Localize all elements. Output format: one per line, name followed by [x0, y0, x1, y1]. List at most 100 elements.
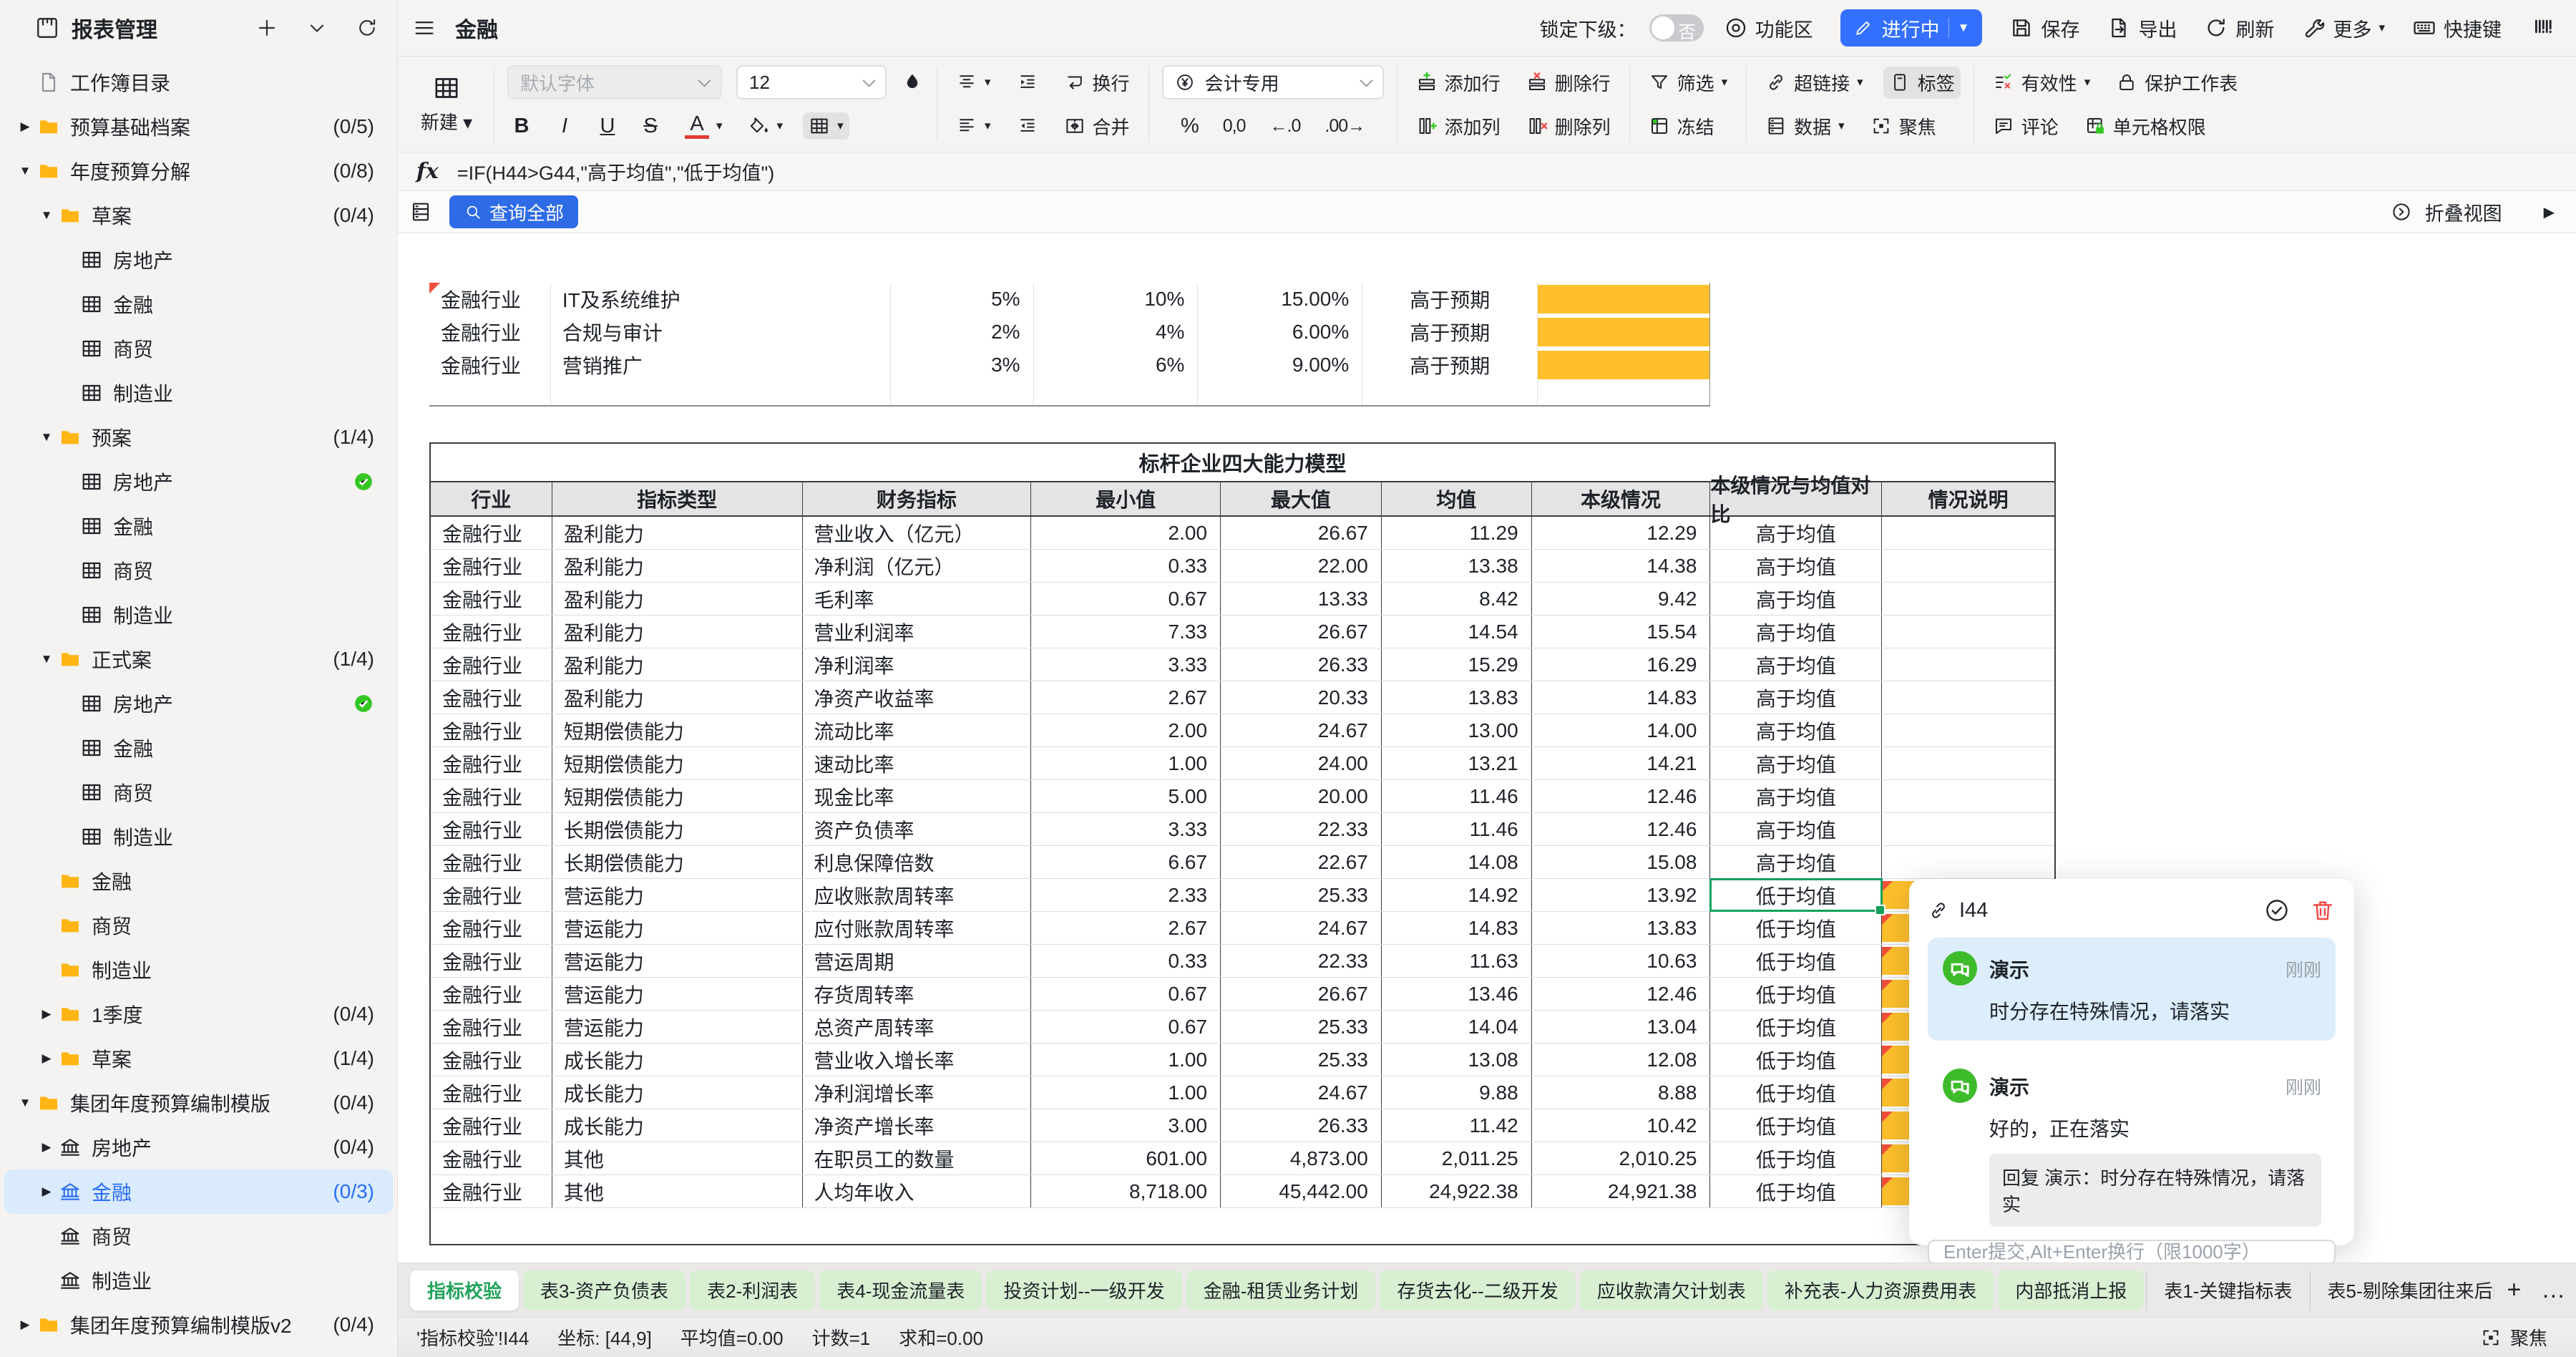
tree-caret-icon[interactable]: ▶ [34, 1051, 59, 1066]
format-painter-icon[interactable] [901, 71, 924, 94]
cell[interactable]: 盈利能力 [552, 583, 803, 615]
tree-caret-icon[interactable]: ▼ [13, 1096, 37, 1110]
tree-caret-icon[interactable]: ▼ [13, 164, 37, 178]
hyperlink-button[interactable]: 超链接▾ [1760, 67, 1869, 99]
cell[interactable]: 金融行业 [431, 1175, 552, 1207]
cell[interactable]: 营业利润率 [803, 616, 1032, 648]
validation-button[interactable]: 有效性▾ [1987, 67, 2097, 99]
cell[interactable]: 金融行业 [431, 912, 552, 944]
cell[interactable]: 短期偿债能力 [552, 747, 803, 779]
note-cell[interactable] [1882, 714, 2054, 746]
cell-permission-button[interactable]: 单元格权限 [2079, 110, 2212, 142]
note-cell[interactable] [1882, 517, 2054, 549]
cell[interactable]: 盈利能力 [552, 616, 803, 648]
cell[interactable]: 低于均值 [1710, 912, 1882, 944]
column-header[interactable]: 情况说明 [1882, 482, 2054, 515]
cell[interactable]: 9.00% [1198, 349, 1362, 381]
tab-投资计划--一级开发[interactable]: 投资计划--一级开发 [986, 1270, 1181, 1310]
cell[interactable]: 9.88 [1382, 1076, 1532, 1109]
cell[interactable]: 24.67 [1221, 1076, 1382, 1109]
cell[interactable]: 应付账款周转率 [803, 912, 1032, 944]
cell[interactable]: 营运能力 [552, 1011, 803, 1043]
comment-item[interactable]: 演示刚刚时分存在特殊情况，请落实 [1928, 938, 2336, 1041]
cell[interactable]: 金融行业 [429, 283, 551, 316]
tab-表3-资产负债表[interactable]: 表3-资产负债表 [523, 1270, 686, 1310]
cell[interactable]: 高于均值 [1710, 550, 1882, 582]
cell[interactable]: 14.38 [1532, 550, 1711, 582]
column-header[interactable]: 最小值 [1031, 482, 1221, 515]
cell[interactable]: 12.29 [1532, 517, 1711, 549]
cell[interactable]: 低于均值 [1710, 1175, 1882, 1207]
cell[interactable]: 6% [1034, 349, 1199, 381]
cell[interactable]: 短期偿债能力 [552, 780, 803, 812]
sidebar-item-制造业[interactable]: 制造业 [4, 371, 393, 415]
add-row-button[interactable]: 添加行 [1410, 67, 1506, 99]
cell[interactable]: 24.67 [1221, 714, 1382, 746]
cell[interactable]: 11.46 [1382, 813, 1532, 845]
cell[interactable]: 25.33 [1221, 879, 1382, 911]
sidebar-item-金融[interactable]: 金融 [4, 859, 393, 903]
cell[interactable]: 金融行业 [431, 978, 552, 1010]
tab-补充表-人力资源费用表[interactable]: 补充表-人力资源费用表 [1767, 1270, 1994, 1310]
cell[interactable]: 26.67 [1221, 517, 1382, 549]
sidebar-item-草案[interactable]: ▶草案(1/4) [4, 1036, 393, 1081]
cell[interactable]: 2,011.25 [1382, 1142, 1532, 1174]
cell[interactable]: 金融行业 [431, 517, 552, 549]
cell[interactable]: 12.08 [1532, 1044, 1711, 1076]
cell[interactable]: 流动比率 [803, 714, 1032, 746]
cell[interactable]: 3% [891, 349, 1034, 381]
font-color-button[interactable]: A▾ [679, 110, 728, 141]
tab-表4-现金流量表[interactable]: 表4-现金流量表 [819, 1270, 982, 1310]
cell[interactable]: 速动比率 [803, 747, 1032, 779]
cell[interactable]: 短期偿债能力 [552, 714, 803, 746]
cell[interactable]: 13.46 [1382, 978, 1532, 1010]
tag-button[interactable]: 标签 [1883, 67, 1961, 99]
tab-表5-剔除集团往来后的[interactable]: 表5-剔除集团往来后的 [2310, 1270, 2494, 1310]
cell[interactable]: 13.83 [1382, 681, 1532, 714]
cell[interactable]: 金融行业 [431, 1109, 552, 1142]
protect-sheet-button[interactable]: 保护工作表 [2110, 67, 2243, 99]
cell[interactable]: 低于均值 [1710, 1011, 1882, 1043]
query-panel-icon[interactable] [409, 200, 432, 223]
cell[interactable]: 盈利能力 [552, 681, 803, 714]
wrap-button[interactable]: 换行 [1058, 67, 1136, 99]
cell[interactable]: 14.83 [1532, 681, 1711, 714]
cell[interactable]: 22.33 [1221, 945, 1382, 977]
cell[interactable]: 金融行业 [431, 879, 552, 911]
sidebar-item-商贸[interactable]: 商贸 [4, 548, 393, 593]
tab-表1-关键指标表[interactable]: 表1-关键指标表 [2146, 1270, 2309, 1310]
cell[interactable]: 1.00 [1031, 1076, 1221, 1109]
column-header[interactable]: 最大值 [1221, 482, 1382, 515]
cell[interactable]: 2.67 [1031, 681, 1221, 714]
cell[interactable]: 营运能力 [552, 879, 803, 911]
sidebar-item-房地产[interactable]: 房地产 [4, 459, 393, 504]
cell[interactable]: 1.00 [1031, 1044, 1221, 1076]
cell[interactable]: 营运能力 [552, 945, 803, 977]
lock-toggle[interactable]: 否 [1649, 14, 1704, 42]
comment-button[interactable]: 评论 [1987, 110, 2064, 142]
sidebar-item-房地产[interactable]: ▶房地产(0/4) [4, 1125, 393, 1169]
cell[interactable]: 低于均值 [1710, 945, 1882, 977]
note-cell[interactable] [1882, 780, 2054, 812]
cell[interactable]: 14.54 [1382, 616, 1532, 648]
cell[interactable]: 高于均值 [1710, 648, 1882, 681]
note-cell[interactable] [1882, 550, 2054, 582]
cell[interactable]: 低于均值 [1710, 879, 1882, 911]
tree-caret-icon[interactable]: ▶ [34, 1185, 59, 1199]
cell[interactable]: 13.33 [1221, 583, 1382, 615]
cell[interactable]: 高于均值 [1710, 813, 1882, 845]
italic-button[interactable]: I [550, 115, 579, 138]
cell[interactable]: 高于均值 [1710, 681, 1882, 714]
cell[interactable]: 营销推广 [551, 349, 891, 381]
cell[interactable]: 15.54 [1532, 616, 1711, 648]
cell[interactable]: 3.33 [1031, 648, 1221, 681]
cell[interactable]: 2,010.25 [1532, 1142, 1711, 1174]
sidebar-item-制造业[interactable]: 制造业 [4, 948, 393, 992]
note-cell[interactable] [1882, 813, 2054, 845]
cell[interactable] [1538, 349, 1709, 381]
decrease-decimal-button[interactable]: ←.0 [1270, 116, 1301, 137]
vertical-align-button[interactable]: ▾ [950, 69, 997, 96]
cell[interactable]: 13.21 [1382, 747, 1532, 779]
underline-button[interactable]: U [593, 115, 622, 138]
cell[interactable]: 0.33 [1031, 550, 1221, 582]
